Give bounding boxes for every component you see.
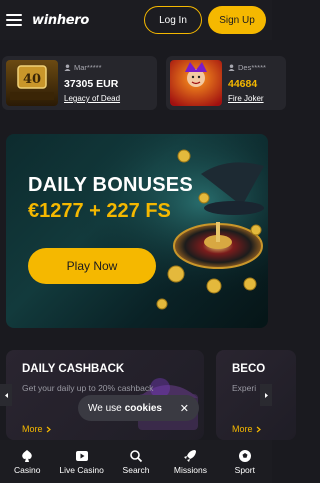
play-now-button[interactable]: Play Now <box>28 248 156 284</box>
hero-title: DAILY BONUSES <box>28 174 193 196</box>
chevron-right-icon <box>264 392 268 398</box>
nav-sport[interactable]: Sport <box>218 440 272 483</box>
game-thumbnail[interactable] <box>170 60 222 106</box>
winner-card[interactable]: Des***** 44684 Fire Joker <box>166 56 286 110</box>
menu-icon[interactable] <box>6 14 22 26</box>
user-icon <box>228 64 235 71</box>
casino-icon <box>22 449 32 462</box>
nav-live-casino[interactable]: Live Casino <box>54 440 108 483</box>
promo-card[interactable]: BECO Experi More <box>216 350 296 440</box>
winner-amount: 44684 <box>228 78 258 90</box>
nav-missions[interactable]: Missions <box>163 440 217 483</box>
winner-game-link[interactable]: Legacy of Dead <box>64 94 120 103</box>
carousel-next-button[interactable] <box>260 384 272 406</box>
winner-card[interactable]: 40 Mar***** 37305 EUR Legacy of Dead <box>2 56 157 110</box>
svg-text:40: 40 <box>23 72 41 87</box>
chevron-left-icon <box>4 392 8 398</box>
live-casino-icon <box>75 450 88 461</box>
search-icon <box>130 449 143 462</box>
missions-icon <box>184 449 197 462</box>
top-header: winhero Log In Sign Up <box>0 0 272 40</box>
carousel-prev-button[interactable] <box>0 384 12 406</box>
signup-button[interactable]: Sign Up <box>208 6 266 34</box>
sport-icon <box>238 449 251 462</box>
user-icon <box>64 64 71 71</box>
promo-title: DAILY CASHBACK <box>22 363 125 375</box>
logo[interactable]: winhero <box>32 13 89 28</box>
hero-banner[interactable]: DAILY BONUSES €1277 + 227 FS Play Now <box>6 134 268 328</box>
cookie-link[interactable]: cookies <box>125 403 162 414</box>
hero-subtitle: €1277 + 227 FS <box>28 200 171 222</box>
nav-search[interactable]: Search <box>109 440 163 483</box>
more-link[interactable]: More <box>232 424 261 434</box>
nav-casino[interactable]: Casino <box>0 440 54 483</box>
login-button[interactable]: Log In <box>144 6 202 34</box>
hero-artwork <box>6 134 268 328</box>
promo-title: BECO <box>232 363 266 375</box>
promo-description: Get your daily up to 20% cashback <box>22 383 154 393</box>
close-icon[interactable]: ✕ <box>180 402 189 415</box>
chevron-right-icon <box>46 426 51 432</box>
winner-amount: 37305 EUR <box>64 78 119 90</box>
winner-username: Mar***** <box>64 63 102 72</box>
winner-username: Des***** <box>228 63 266 72</box>
winner-game-link[interactable]: Fire Joker <box>228 94 264 103</box>
chevron-right-icon <box>256 426 261 432</box>
winners-ticker: 40 Mar***** 37305 EUR Legacy of Dead Des… <box>0 56 286 112</box>
cookie-text: We use <box>88 402 122 414</box>
cookie-toast: We use cookies ✕ <box>78 395 199 421</box>
more-link[interactable]: More <box>22 424 51 434</box>
bottom-nav: Casino Live Casino Search Missions Sport <box>0 440 272 483</box>
game-thumbnail[interactable]: 40 <box>6 60 58 106</box>
